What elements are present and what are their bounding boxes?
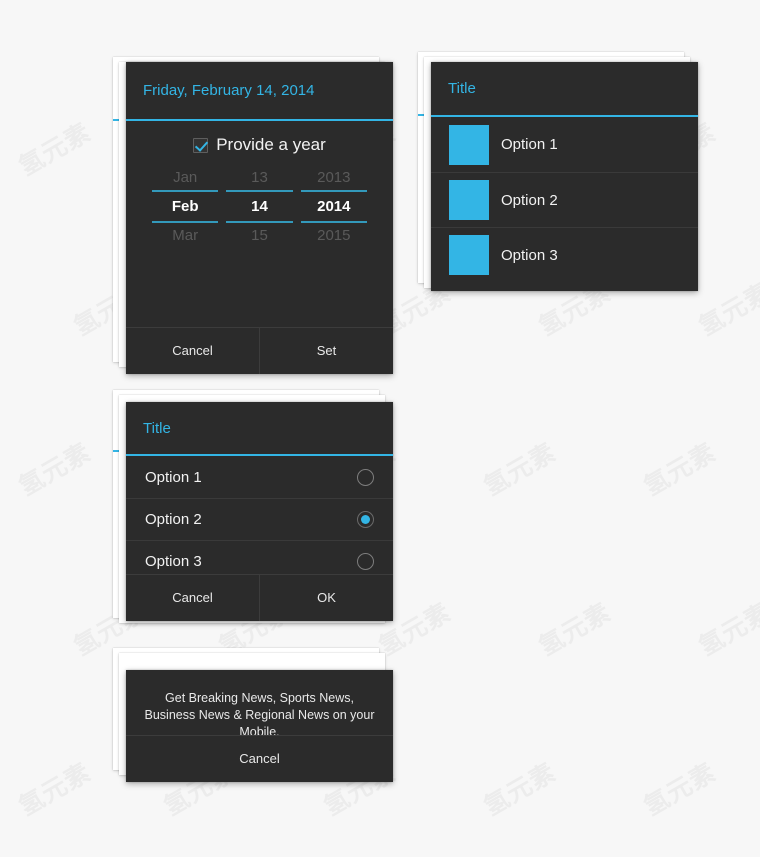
month-divider-top [152, 190, 219, 192]
year-spinner[interactable]: 2013 2014 2015 [300, 165, 367, 248]
month-spinner[interactable]: Jan Feb Mar [152, 165, 219, 248]
radio-list-dialog[interactable]: Title Option 1 Option 2 Option 3 Cancel … [126, 402, 393, 621]
image-thumbnail-icon [449, 180, 489, 220]
date-picker-stack: Friday, February 14, 2014 Provide a year… [113, 57, 403, 377]
date-picker-button-bar: Cancel Set [126, 327, 393, 374]
day-previous-value[interactable]: 13 [226, 165, 292, 190]
message-stack: Get Breaking News, Sports News, Business… [113, 648, 403, 793]
radio-dialog-ok-button[interactable]: OK [259, 575, 393, 621]
radio-list-title-text: Title [143, 419, 171, 437]
month-current-value[interactable]: Feb [152, 193, 218, 220]
date-picker-dialog[interactable]: Friday, February 14, 2014 Provide a year… [126, 62, 393, 374]
day-divider-top [226, 190, 293, 192]
date-picker-cancel-button[interactable]: Cancel [126, 328, 259, 374]
date-picker-header-text: Friday, February 14, 2014 [143, 82, 315, 99]
radio-unselected-icon[interactable] [357, 468, 374, 486]
radio-list-stack: Title Option 1 Option 2 Option 3 Cancel … [113, 390, 403, 635]
watermark-text: 氢元素 [478, 437, 561, 502]
date-picker-header: Friday, February 14, 2014 [126, 62, 393, 121]
radio-dialog-cancel-button[interactable]: Cancel [126, 575, 259, 621]
year-next-value[interactable]: 2015 [301, 223, 367, 248]
image-list-header: Title [431, 62, 698, 117]
radio-item-label: Option 3 [145, 553, 202, 570]
date-picker-set-button[interactable]: Set [259, 328, 393, 374]
radio-unselected-icon[interactable] [357, 553, 374, 570]
day-spinner[interactable]: 13 14 15 [226, 165, 293, 248]
year-current-value[interactable]: 2014 [301, 193, 367, 220]
watermark-text: 氢元素 [13, 437, 96, 502]
checkbox-checked-icon[interactable] [193, 137, 209, 153]
radio-list-options: Option 1 Option 2 Option 3 [126, 456, 393, 582]
list-item-label: Option 2 [501, 191, 558, 209]
day-current-value[interactable]: 14 [226, 193, 292, 220]
radio-selected-icon[interactable] [357, 511, 374, 528]
message-dialog-button-bar: Cancel [126, 735, 393, 782]
image-thumbnail-icon [449, 124, 489, 165]
message-dialog[interactable]: Get Breaking News, Sports News, Business… [126, 670, 393, 782]
radio-dialog-button-bar: Cancel OK [126, 574, 393, 621]
watermark-text: 氢元素 [478, 757, 561, 822]
image-list-dialog[interactable]: Title Option 1 Option 2 Option 3 [431, 62, 698, 291]
provide-year-checkbox-row[interactable]: Provide a year [126, 135, 393, 155]
provide-year-label: Provide a year [216, 135, 326, 154]
image-list-stack: Title Option 1 Option 2 Option 3 [418, 52, 708, 302]
list-item[interactable]: Option 3 [431, 227, 698, 282]
year-previous-value[interactable]: 2013 [301, 165, 367, 190]
radio-item-label: Option 1 [145, 468, 202, 486]
image-list-title-text: Title [448, 80, 476, 97]
message-dialog-cancel-button[interactable]: Cancel [126, 736, 393, 782]
radio-list-item[interactable]: Option 2 [126, 498, 393, 540]
month-next-value[interactable]: Mar [152, 223, 218, 248]
watermark-text: 氢元素 [693, 597, 760, 662]
list-item-label: Option 3 [501, 246, 558, 264]
message-dialog-text: Get Breaking News, Sports News, Business… [144, 691, 375, 739]
year-divider-top [300, 190, 367, 192]
month-previous-value[interactable]: Jan [152, 165, 218, 190]
image-list-options: Option 1 Option 2 Option 3 [431, 117, 698, 282]
watermark-text: 氢元素 [13, 757, 96, 822]
radio-item-label: Option 2 [145, 511, 202, 528]
date-picker-body: Provide a year Jan Feb Mar 13 14 15 2013… [126, 121, 393, 248]
day-next-value[interactable]: 15 [226, 223, 292, 248]
watermark-text: 氢元素 [13, 117, 96, 182]
radio-list-header: Title [126, 402, 393, 456]
list-item-label: Option 1 [501, 136, 558, 153]
date-spinner-row: Jan Feb Mar 13 14 15 2013 2014 2015 [126, 165, 393, 248]
watermark-text: 氢元素 [638, 757, 721, 822]
list-item[interactable]: Option 2 [431, 172, 698, 227]
radio-list-item[interactable]: Option 1 [126, 456, 393, 498]
watermark-text: 氢元素 [638, 437, 721, 502]
list-item[interactable]: Option 1 [431, 117, 698, 172]
image-thumbnail-icon [449, 235, 489, 275]
watermark-text: 氢元素 [533, 597, 616, 662]
